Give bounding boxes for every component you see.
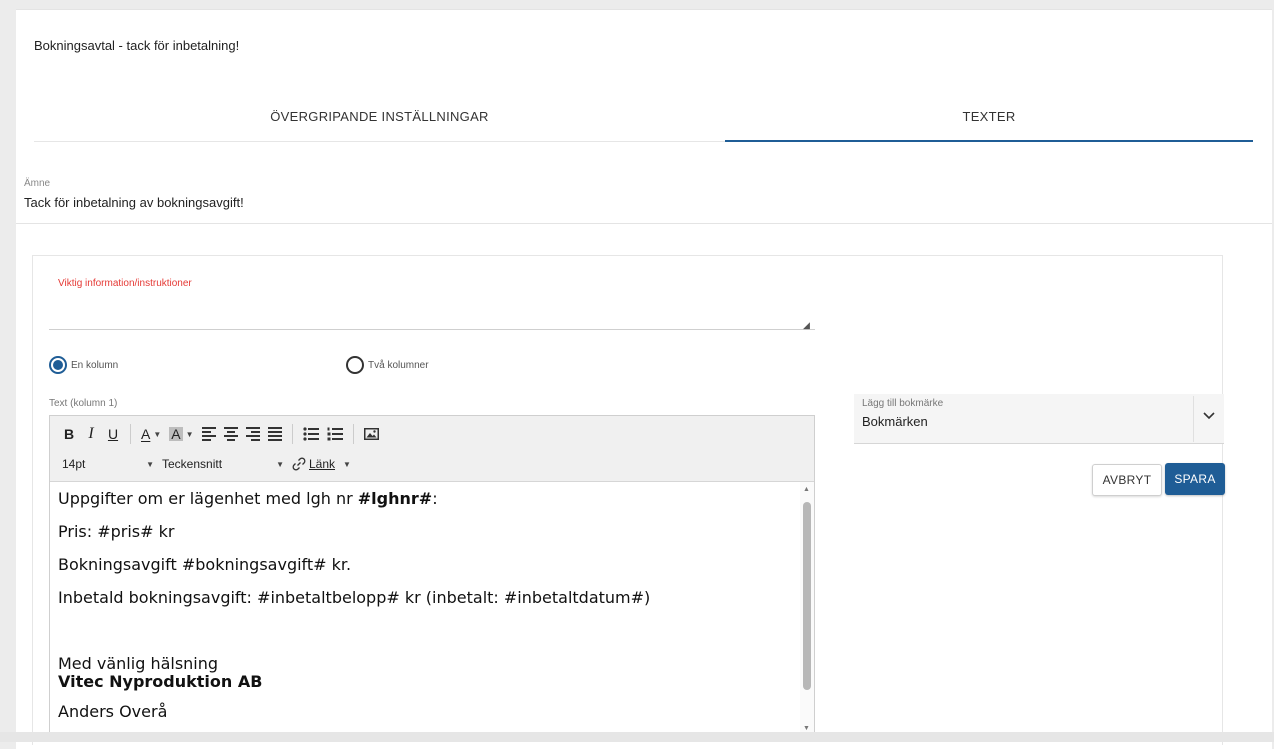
caret-down-icon: ▼	[276, 459, 284, 469]
underline-button[interactable]: U	[102, 423, 124, 445]
content-line: Uppgifter om er lägenhet med lgh nr #lgh…	[58, 489, 438, 508]
content-signature: Anders Overå	[58, 702, 168, 721]
content-line: Bokningsavgift #bokningsavgift# kr.	[58, 555, 352, 574]
tab-texts[interactable]: TEXTER	[725, 92, 1253, 142]
bullet-list-icon	[302, 427, 319, 441]
background-color-icon: A	[169, 426, 183, 442]
editor-scrollbar[interactable]: ▲ ▼	[800, 482, 814, 734]
link-label: Länk	[309, 457, 336, 471]
radio-one-column[interactable]: En kolumn	[49, 356, 118, 374]
content-line: Inbetald bokningsavgift: #inbetaltbelopp…	[58, 588, 651, 607]
resize-handle-icon[interactable]: ◢	[803, 320, 810, 331]
caret-down-icon: ▼	[343, 459, 351, 469]
content-company: Vitec Nyproduktion AB	[58, 672, 263, 691]
numbered-list-icon	[327, 427, 343, 441]
editor-toolbar: B I U A ▼ A ▼ 14pt ▼ Teckensnitt ▼ Länk …	[50, 416, 814, 482]
rich-text-editor: B I U A ▼ A ▼ 14pt ▼ Teckensnitt ▼ Länk …	[49, 415, 815, 735]
align-right-icon	[245, 425, 260, 443]
radio-one-column-label: En kolumn	[71, 359, 119, 371]
important-info-label: Viktig information/instruktioner	[58, 278, 192, 289]
radio-checked-icon	[49, 356, 67, 374]
caret-down-icon: ▼	[146, 459, 154, 469]
font-size-select[interactable]: 14pt ▼	[58, 457, 158, 471]
editor-content[interactable]: Uppgifter om er lägenhet med lgh nr #lgh…	[50, 482, 814, 734]
subject-value[interactable]: Tack för inbetalning av bokningsavgift!	[24, 195, 244, 210]
radio-two-columns-label: Två kolumner	[368, 359, 429, 371]
link-icon	[292, 457, 306, 471]
text-color-button[interactable]: A ▼	[137, 423, 165, 445]
cancel-button[interactable]: AVBRYT	[1092, 464, 1162, 496]
align-justify-icon	[267, 425, 282, 443]
italic-button[interactable]: I	[80, 423, 102, 445]
insert-image-button[interactable]	[360, 423, 383, 445]
save-button[interactable]: SPARA	[1165, 463, 1225, 495]
align-left-button[interactable]	[198, 423, 220, 445]
font-family-select[interactable]: Teckensnitt ▼	[158, 457, 288, 471]
align-center-icon	[223, 425, 238, 443]
subject-field[interactable]: Ämne Tack för inbetalning av bokningsavg…	[16, 170, 1272, 224]
bold-button[interactable]: B	[58, 423, 80, 445]
image-icon	[363, 428, 379, 440]
important-info-textarea[interactable]	[49, 296, 815, 330]
text-color-icon: A	[141, 426, 151, 442]
chevron-down-icon	[1203, 412, 1215, 420]
subject-label: Ämne	[24, 178, 51, 189]
bottom-edge	[0, 732, 1274, 742]
align-center-button[interactable]	[220, 423, 242, 445]
bullet-list-button[interactable]	[299, 423, 323, 445]
bookmark-value: Bokmärken	[862, 414, 928, 429]
caret-down-icon: ▼	[153, 429, 162, 439]
content-line: Pris: #pris# kr	[58, 522, 175, 541]
editor-label: Text (kolumn 1)	[49, 398, 118, 409]
radio-two-columns[interactable]: Två kolumner	[346, 356, 429, 374]
link-button[interactable]: Länk ▼	[288, 457, 355, 471]
content-greeting: Med vänlig hälsning	[58, 654, 219, 673]
bookmark-label: Lägg till bokmärke	[862, 398, 944, 409]
text-settings-panel: Viktig information/instruktioner ◢ En ko…	[32, 255, 1225, 745]
scroll-thumb[interactable]	[803, 502, 811, 690]
bookmark-select[interactable]: Lägg till bokmärke Bokmärken	[854, 394, 1224, 444]
tab-general-settings[interactable]: ÖVERGRIPANDE INSTÄLLNINGAR	[34, 92, 725, 141]
radio-unchecked-icon	[346, 356, 364, 374]
align-right-button[interactable]	[242, 423, 264, 445]
align-justify-button[interactable]	[264, 423, 286, 445]
scroll-down-icon[interactable]: ▼	[803, 725, 810, 732]
font-family-value: Teckensnitt	[162, 457, 223, 471]
scroll-up-icon[interactable]: ▲	[803, 486, 810, 493]
dialog-title: Bokningsavtal - tack för inbetalning!	[34, 38, 240, 53]
tab-bar: ÖVERGRIPANDE INSTÄLLNINGAR TEXTER	[34, 92, 1253, 142]
numbered-list-button[interactable]	[323, 423, 347, 445]
caret-down-icon: ▼	[185, 429, 194, 439]
font-size-value: 14pt	[62, 457, 86, 471]
background-color-button[interactable]: A ▼	[165, 423, 197, 445]
align-left-icon	[201, 425, 216, 443]
